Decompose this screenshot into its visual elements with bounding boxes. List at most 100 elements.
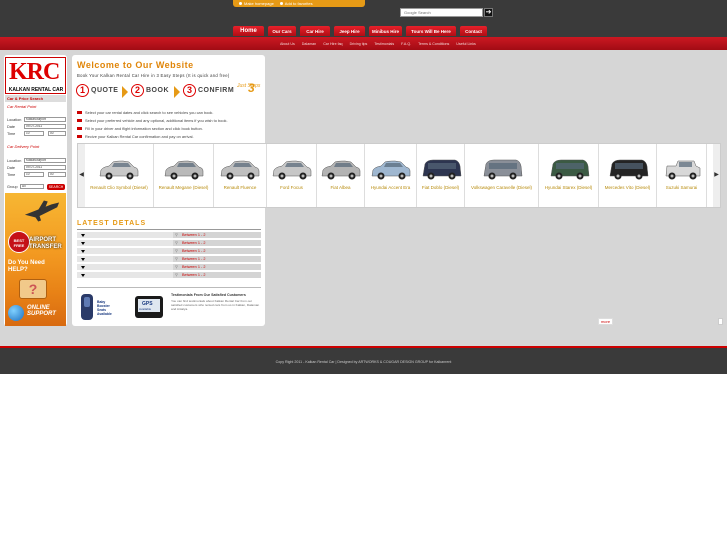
nav-car-hire[interactable]: Car Hire [300, 26, 330, 36]
subnav-faq[interactable]: F.A.Q. [401, 42, 411, 46]
carousel-next-button[interactable]: ▶ [713, 144, 720, 207]
car-item[interactable]: Fiat Albea [317, 144, 365, 207]
car-image [609, 159, 648, 180]
car-image [164, 160, 203, 180]
latest-detail-row[interactable]: ⚲ Between 1 - 2 [77, 272, 261, 278]
car-name: Ford Focus [280, 185, 303, 190]
step-quote: 1 QUOTE [76, 84, 118, 97]
rental-hour-select[interactable]: 10 [24, 131, 44, 136]
car-image [272, 160, 311, 180]
car-item[interactable]: Hyundai Starex (Diesel) [539, 144, 599, 207]
testimonials-title[interactable]: Testimonials From Our Satisfied Customer… [171, 293, 246, 297]
instruction-text: Fill in your driver and flight informati… [85, 125, 203, 131]
nav-minibus-hire[interactable]: Minibus Hire [369, 26, 402, 36]
question-icon: ? [19, 279, 47, 299]
instruction-item: Select your preferred vehicle and any op… [77, 116, 263, 124]
step-label: QUOTE [91, 87, 119, 94]
airport-transfer-text: AIRPORT TRANSFER [29, 237, 62, 250]
car-image [550, 159, 589, 180]
car-item[interactable]: Renault Fluence [214, 144, 267, 207]
bullet-icon [77, 118, 82, 122]
nav-home[interactable]: Home [233, 26, 264, 36]
car-name: Renault Clio Symbol (Diesel) [90, 185, 148, 190]
delivery-date-field[interactable]: 09-07-2011 [24, 165, 66, 170]
car-item[interactable]: Volkswagen Caravelle (Diesel) [465, 144, 539, 207]
booking-instructions: Select your car rental dates and click s… [77, 108, 263, 140]
latest-detail-row[interactable]: ⚲ Between 1 - 2 [77, 248, 261, 254]
car-item[interactable]: Fiat Doblo (Diesel) [417, 144, 465, 207]
car-item[interactable]: Renault Clio Symbol (Diesel) [85, 144, 154, 207]
delivery-minute-select[interactable]: 00 [48, 172, 66, 177]
step-number: 3 [183, 84, 196, 97]
expand-arrow-icon [81, 241, 85, 245]
expand-arrow-icon [81, 249, 85, 253]
nav-contact[interactable]: Contact [460, 26, 487, 36]
car-image [220, 160, 260, 180]
car-name: Renault Fluence [223, 185, 257, 190]
magnifier-icon: ⚲ [175, 264, 178, 269]
car-name: Renault Megane (Diesel) [158, 185, 209, 190]
booking-steps: 1 QUOTE 2 BOOK 3 CONFIRM Just Steps 3 [76, 82, 262, 101]
expand-arrow-icon [81, 257, 85, 261]
online-support-text: ONLINE SUPPORT [27, 305, 56, 317]
car-price-search-heading: Car & Price Search [5, 95, 66, 102]
group-select[interactable]: All [20, 184, 44, 189]
rental-location-select[interactable]: Kalkan/Airport [24, 117, 66, 122]
latest-detail-row[interactable]: ⚲ Between 1 - 2 [77, 264, 261, 270]
more-button[interactable]: more [598, 318, 613, 325]
car-item[interactable]: Suzuki Samurai [657, 144, 707, 207]
svg-text:Available: Available [97, 312, 112, 316]
carousel-prev-button[interactable]: ◀ [78, 144, 85, 207]
car-item[interactable]: Ford Focus [267, 144, 317, 207]
search-button[interactable]: ➔ [484, 8, 493, 17]
expand-arrow-icon [81, 233, 85, 237]
nav-our-cars[interactable]: Our Cars [268, 26, 296, 36]
add-favorites-link[interactable]: Add to favorites [279, 1, 313, 6]
latest-details-title: LATEST DETALS [77, 220, 147, 227]
logo[interactable]: KRC KALKAN RENTAL CAR [5, 57, 66, 94]
car-item[interactable]: Mercedes Vito (Diesel) [599, 144, 657, 207]
promo-banner[interactable]: BEST FREE AIRPORT TRANSFER Do You Need H… [5, 193, 66, 326]
car-name: Suzuki Samurai [665, 185, 698, 190]
magnifier-icon: ⚲ [175, 256, 178, 261]
car-carousel: ◀ Renault Clio Symbol (Diesel) Renault Me… [77, 143, 721, 208]
latest-detail-text: Between 1 - 2 [182, 273, 206, 277]
logo-text: KALKAN RENTAL CAR [8, 87, 64, 93]
rental-date-field[interactable]: 09-07-2011 [24, 124, 66, 129]
car-name: Volkswagen Caravelle (Diesel) [470, 185, 533, 190]
step-number: 1 [76, 84, 89, 97]
car-item[interactable]: Renault Megane (Diesel) [154, 144, 214, 207]
scroll-handle[interactable] [718, 318, 723, 325]
car-rental-point-heading: Car Rental Point [7, 104, 37, 109]
instruction-item: Select your car rental dates and click s… [77, 108, 263, 116]
nav-jeep-hire[interactable]: Jeep Hire [334, 26, 365, 36]
subnav-testimonials[interactable]: Testimonials [374, 42, 394, 46]
bullet-icon [77, 110, 82, 114]
delivery-location-select[interactable]: Kalkan/Airport [24, 158, 66, 163]
magnifier-icon: ⚲ [175, 272, 178, 277]
car-name: Hyundai Starex (Diesel) [544, 185, 593, 190]
airplane-icon [24, 200, 60, 222]
car-item[interactable]: Hyundai Accent Era [365, 144, 417, 207]
latest-detail-row[interactable]: ⚲ Between 1 - 2 [77, 232, 261, 238]
step-label: BOOK [146, 87, 169, 94]
latest-detail-row[interactable]: ⚲ Between 1 - 2 [77, 240, 261, 246]
step-confirm: 3 CONFIRM [183, 84, 234, 97]
subnav-driving-tips[interactable]: Driving tips [350, 42, 368, 46]
car-name: Mercedes Vito (Diesel) [604, 185, 651, 190]
subnav-about[interactable]: About Us [280, 42, 295, 46]
delivery-hour-select[interactable]: 10 [24, 172, 44, 177]
latest-detail-text: Between 1 - 2 [182, 249, 206, 253]
subnav-dalaman[interactable]: Dalaman [302, 42, 316, 46]
nav-tours[interactable]: Tours Will Be Here [406, 26, 456, 36]
latest-detail-row[interactable]: ⚲ Between 1 - 2 [77, 256, 261, 262]
make-homepage-link[interactable]: Make homepage [239, 1, 274, 6]
subnav-terms[interactable]: Terms & Conditions [418, 42, 449, 46]
bullet-icon [77, 126, 82, 130]
globe-icon [8, 305, 24, 321]
subnav-car-hire-faq[interactable]: Car Hire faq [323, 42, 342, 46]
search-input[interactable] [400, 8, 483, 17]
rental-minute-select[interactable]: 00 [48, 131, 66, 136]
sidebar-search-button[interactable]: SEARCH [47, 184, 65, 190]
subnav-useful-links[interactable]: Useful Links [456, 42, 476, 46]
